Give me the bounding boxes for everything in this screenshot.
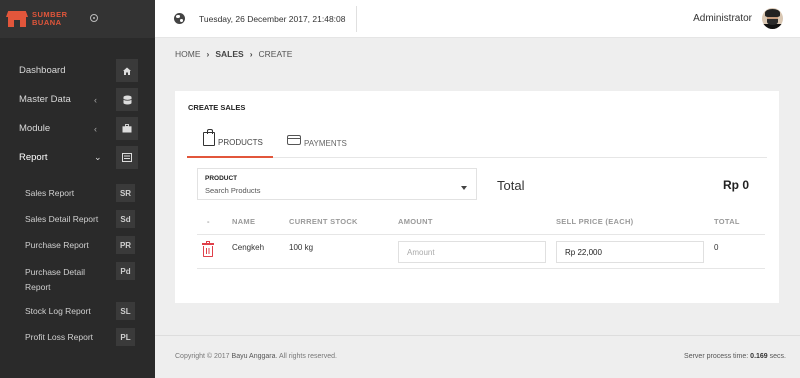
sidebar-item-label: Report (19, 152, 48, 163)
briefcase-icon (116, 117, 138, 140)
report-submenu: Sales Report SR Sales Detail Report Sd P… (0, 180, 155, 350)
amount-input[interactable]: Amount (398, 241, 546, 263)
tab-label: PRODUCTS (218, 137, 263, 147)
store-logo-icon (6, 11, 28, 27)
col-header-price: SELL PRICE (EACH) (556, 217, 634, 226)
list-icon (116, 146, 138, 169)
home-icon (116, 59, 138, 82)
submenu-item-label: Sales Report (25, 188, 75, 198)
copyright-suffix: . All rights reserved. (275, 353, 337, 360)
divider (197, 268, 765, 269)
submenu-item-label: Purchase Report (25, 240, 89, 250)
row-stock: 100 kg (289, 243, 314, 252)
submenu-item-stock-log-report[interactable]: Stock Log Report SL (0, 298, 155, 324)
footer-process-time: Server process time: 0.169 secs. (684, 353, 786, 360)
topbar: Tuesday, 26 December 2017, 21:48:08 Admi… (155, 0, 800, 38)
user-name[interactable]: Administrator (693, 13, 752, 24)
sidebar-item-module[interactable]: Module ‹ (0, 114, 155, 143)
shopping-bag-icon (203, 129, 215, 146)
chevron-left-icon: ‹ (94, 123, 97, 134)
col-header-stock: CURRENT STOCK (289, 217, 358, 226)
submenu-badge: PL (116, 328, 135, 346)
divider (197, 234, 765, 235)
sidebar: SUMBER BUANA Dashboard Master Data ‹ Mod… (0, 0, 155, 378)
tab-bar: PRODUCTS PAYMENTS (187, 128, 767, 158)
trash-icon[interactable] (202, 241, 214, 257)
col-header-amount: AMOUNT (398, 217, 433, 226)
submenu-badge: SR (116, 184, 135, 202)
sidebar-nav: Dashboard Master Data ‹ Module ‹ Report … (0, 56, 155, 172)
submenu-badge: Pd (116, 262, 135, 280)
submenu-item-label: Profit Loss Report (25, 332, 94, 342)
product-search-placeholder: Search Products (205, 186, 261, 195)
total-label: Total (497, 178, 525, 193)
submenu-item-profit-loss-report[interactable]: Profit Loss Report PL (0, 324, 155, 350)
tab-label: PAYMENTS (304, 138, 347, 148)
tab-products[interactable]: PRODUCTS (187, 128, 273, 158)
submenu-badge: SL (116, 302, 135, 320)
col-header-total: TOTAL (714, 217, 740, 226)
chevron-down-icon: ⌄ (94, 152, 102, 162)
submenu-item-label: Stock Log Report (25, 306, 91, 316)
brand-line2: BUANA (32, 18, 62, 27)
current-datetime: Tuesday, 26 December 2017, 21:48:08 (199, 14, 346, 24)
sell-price-input[interactable]: Rp 22,000 (556, 241, 704, 263)
row-name: Cengkeh (232, 243, 265, 252)
breadcrumb-sales[interactable]: SALES (215, 49, 243, 59)
caret-down-icon (461, 186, 467, 190)
divider (155, 335, 800, 336)
sidebar-item-label: Module (19, 123, 51, 134)
footer-copyright: Copyright © 2017 Bayu Anggara. All right… (175, 353, 337, 360)
breadcrumb: HOME › SALES › CREATE (175, 49, 292, 59)
breadcrumb-current: CREATE (258, 49, 293, 59)
total-value: Rp 0 (722, 178, 749, 192)
copyright-prefix: Copyright © 2017 (175, 353, 230, 360)
submenu-item-sales-detail-report[interactable]: Sales Detail Report Sd (0, 206, 155, 232)
breadcrumb-home[interactable]: HOME (175, 49, 201, 59)
col-header-dash: - (207, 217, 210, 226)
avatar[interactable] (762, 8, 783, 29)
submenu-item-label: Purchase Detail Report (25, 267, 86, 292)
submenu-item-purchase-report[interactable]: Purchase Report PR (0, 232, 155, 258)
sidebar-item-label: Master Data (19, 94, 71, 105)
chevron-right-icon: › (249, 49, 253, 59)
tab-payments[interactable]: PAYMENTS (287, 128, 367, 158)
product-label: PRODUCT (205, 175, 238, 182)
submenu-item-purchase-detail-report[interactable]: Purchase Detail Report Pd (0, 258, 135, 298)
col-header-name: NAME (232, 217, 256, 226)
sidebar-item-master-data[interactable]: Master Data ‹ (0, 85, 155, 114)
process-time-label: Server process time: (684, 353, 749, 360)
create-sales-card: CREATE SALES PRODUCTS PAYMENTS PRODUCT S… (175, 91, 779, 303)
credit-card-icon (287, 135, 301, 145)
submenu-badge: PR (116, 236, 135, 254)
divider (356, 6, 357, 32)
product-search-select[interactable]: PRODUCT Search Products (197, 168, 477, 200)
submenu-item-sales-report[interactable]: Sales Report SR (0, 180, 155, 206)
page-title: CREATE SALES (188, 103, 246, 112)
sidebar-item-report[interactable]: Report ⌄ (0, 143, 155, 172)
chevron-right-icon: › (206, 49, 210, 59)
database-icon (116, 88, 138, 111)
brand[interactable]: SUMBER BUANA (0, 0, 155, 38)
globe-icon (174, 13, 185, 24)
process-time-value: 0.169 (750, 353, 768, 360)
sidebar-item-label: Dashboard (19, 65, 66, 76)
submenu-badge: Sd (116, 210, 135, 228)
process-time-unit: secs. (769, 353, 786, 360)
sidebar-item-dashboard[interactable]: Dashboard (0, 56, 155, 85)
chevron-left-icon: ‹ (94, 94, 97, 105)
sidebar-toggle-icon[interactable] (90, 14, 98, 22)
row-total: 0 (714, 243, 719, 252)
author-link[interactable]: Bayu Anggara (232, 353, 276, 360)
brand-name: SUMBER BUANA (32, 11, 68, 27)
submenu-item-label: Sales Detail Report (25, 214, 99, 224)
